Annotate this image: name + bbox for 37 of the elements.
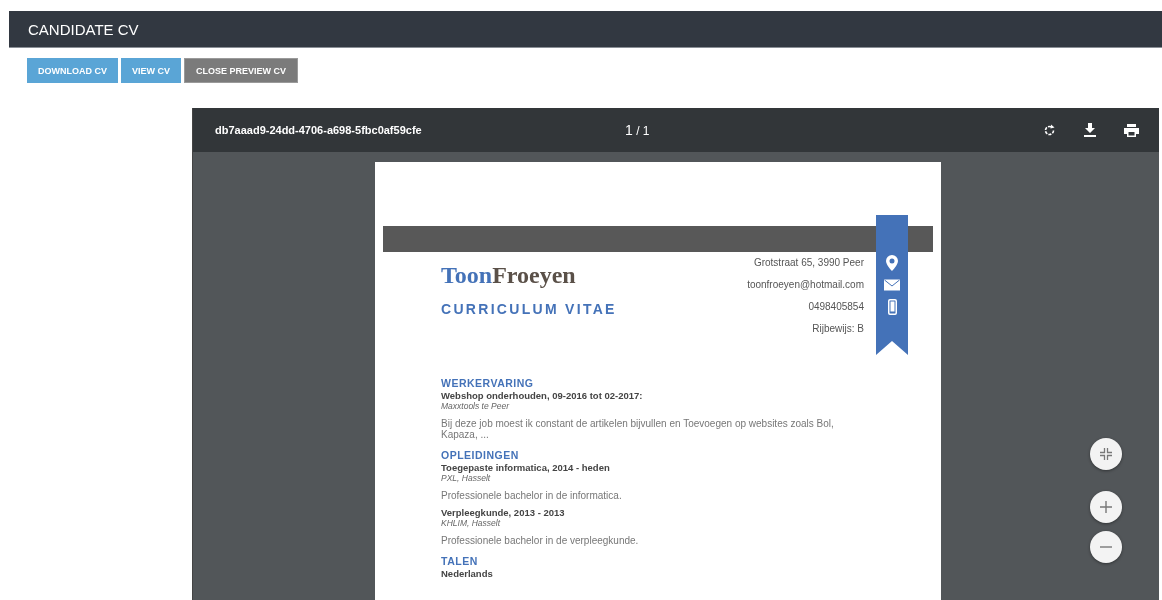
entry-title: Webshop onderhouden, 09-2016 tot 02-2017:	[441, 390, 644, 401]
entry-description: Professionele bachelor in de verpleegkunde.	[441, 535, 640, 546]
minus-icon	[1100, 546, 1112, 548]
candidate-name: ToonFroeyen	[441, 262, 577, 289]
rotate-icon[interactable]	[1043, 123, 1056, 137]
entry-title: Verpleegkunde, 2013 - 2013	[441, 507, 566, 518]
zoom-out-button[interactable]	[1090, 531, 1122, 563]
file-name: db7aaad9-24dd-4706-a698-5fbc0af59cfe	[215, 124, 423, 136]
contact-detail: 0498405854	[808, 300, 864, 313]
download-icon[interactable]	[1084, 123, 1096, 137]
collapse-icon	[1100, 448, 1112, 460]
section-title: WERKERVARING	[441, 377, 535, 389]
fit-page-button[interactable]	[1090, 438, 1122, 470]
entry-description: Bij deze job moest ik constant de artikelen bijvullen en Toevoegen op websites zoals Bol, Kapaza, ...	[441, 418, 835, 440]
close-preview-button[interactable]: CLOSE PREVIEW CV	[184, 58, 299, 83]
action-button[interactable]: VIEW CV	[121, 58, 181, 83]
section-title: OPLEIDINGEN	[441, 449, 520, 461]
page-indicator: 1 / 1	[625, 122, 651, 138]
contact-detail: toonfroeyen@hotmail.com	[747, 278, 864, 291]
envelope-icon	[884, 277, 900, 293]
entry-place: PXL, Hasselt	[441, 473, 492, 483]
phone-icon	[887, 299, 897, 315]
contact-detail: Grotstraat 65, 3990 Peer	[753, 256, 864, 269]
entry-place: Maxxtools te Peer	[441, 401, 511, 411]
location-pin-icon	[886, 255, 898, 271]
print-icon[interactable]	[1124, 123, 1139, 137]
zoom-in-button[interactable]	[1090, 491, 1122, 523]
entry-title: Nederlands	[441, 568, 494, 579]
contact-detail: Rijbewijs: B	[812, 322, 864, 335]
section-title: TALEN	[441, 555, 479, 567]
action-button[interactable]: DOWNLOAD CV	[27, 58, 118, 83]
plus-icon	[1100, 501, 1112, 513]
entry-place: KHLIM, Hasselt	[441, 518, 502, 528]
document-subtitle: CURRICULUM VITAE	[441, 301, 617, 317]
entry-title: Toegepaste informatica, 2014 - heden	[441, 462, 611, 473]
page-title: CANDIDATE CV	[28, 20, 139, 38]
entry-description: Professionele bachelor in de informatica.	[441, 490, 623, 501]
